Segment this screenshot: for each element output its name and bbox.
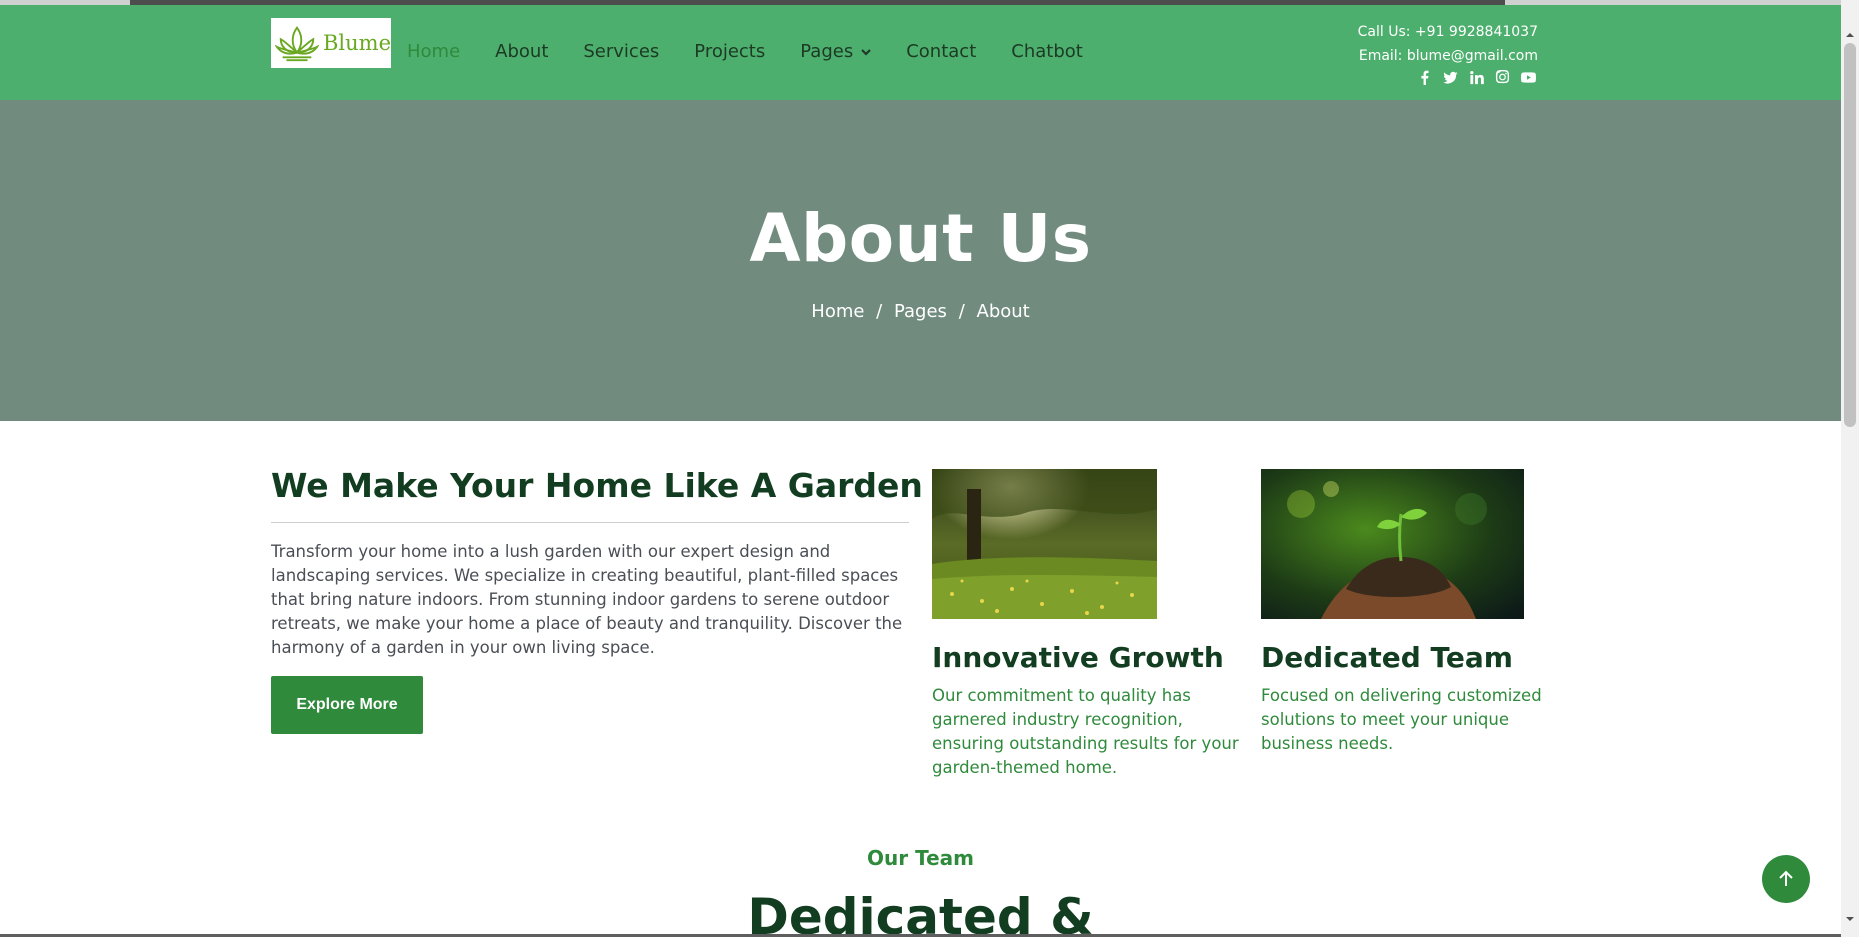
team-section-heading: Dedicated &	[747, 888, 1094, 937]
page-viewport: Blume Home About Services Projects Pages…	[0, 0, 1841, 937]
nav-pages-dropdown[interactable]: Pages	[800, 41, 871, 62]
vertical-scrollbar[interactable]	[1841, 0, 1859, 937]
meadow-image	[932, 469, 1157, 619]
nav-services[interactable]: Services	[583, 41, 659, 62]
breadcrumb: Home / Pages / About	[0, 301, 1841, 322]
meadow-illustration	[932, 469, 1157, 619]
seedling-hands-image	[1261, 469, 1524, 619]
breadcrumb-pages[interactable]: Pages	[894, 301, 947, 322]
logo[interactable]: Blume	[271, 18, 391, 68]
scrollbar-thumb[interactable]	[1844, 43, 1856, 427]
hero-banner: About Us Home / Pages / About	[0, 100, 1841, 421]
breadcrumb-separator: /	[876, 301, 883, 322]
phone-text: Call Us: +91 9928841037	[1357, 24, 1538, 40]
explore-more-button[interactable]: Explore More	[271, 676, 423, 734]
seedling-illustration	[1261, 469, 1524, 619]
card-text-dedicated-team: Focused on delivering customized solutio…	[1261, 686, 1542, 753]
contact-info: Call Us: +91 9928841037 Email: blume@gma…	[1358, 20, 1538, 68]
about-headline: We Make Your Home Like A Garden	[271, 466, 923, 505]
social-links	[1416, 69, 1537, 86]
scroll-down-arrow-icon[interactable]	[1845, 914, 1855, 924]
linkedin-icon[interactable]	[1468, 69, 1485, 86]
nav-home[interactable]: Home	[407, 41, 460, 62]
instagram-icon[interactable]	[1494, 69, 1511, 86]
breadcrumb-separator: /	[958, 301, 965, 322]
navbar: Blume Home About Services Projects Pages…	[0, 5, 1841, 100]
twitter-icon[interactable]	[1442, 69, 1459, 86]
logo-text: Blume	[322, 31, 391, 55]
nav-about[interactable]: About	[495, 41, 548, 62]
nav-contact[interactable]: Contact	[906, 41, 976, 62]
about-description: Transform your home into a lush garden w…	[271, 542, 903, 657]
arrow-up-icon	[1779, 870, 1793, 886]
breadcrumb-home[interactable]: Home	[811, 301, 864, 322]
card-title-innovative-growth: Innovative Growth	[932, 641, 1224, 674]
breadcrumb-current: About	[976, 301, 1030, 322]
nav-chatbot[interactable]: Chatbot	[1011, 41, 1083, 62]
team-section-label: Our Team	[867, 846, 974, 870]
page-title: About Us	[749, 200, 1092, 277]
email-text: Email: blume@gmail.com	[1358, 48, 1538, 64]
nav-pages-label: Pages	[800, 41, 854, 62]
facebook-icon[interactable]	[1416, 69, 1433, 86]
lotus-logo-icon	[275, 26, 319, 62]
headline-divider	[271, 522, 909, 523]
scroll-up-arrow-icon[interactable]	[1845, 30, 1855, 40]
nav-projects[interactable]: Projects	[694, 41, 765, 62]
chevron-down-icon	[861, 48, 871, 56]
back-to-top-button[interactable]	[1762, 855, 1810, 903]
card-title-dedicated-team: Dedicated Team	[1261, 641, 1513, 674]
main-nav: Home About Services Projects Pages Conta…	[407, 41, 1118, 62]
youtube-icon[interactable]	[1520, 69, 1537, 86]
card-text-innovative-growth: Our commitment to quality has garnered i…	[932, 686, 1239, 777]
